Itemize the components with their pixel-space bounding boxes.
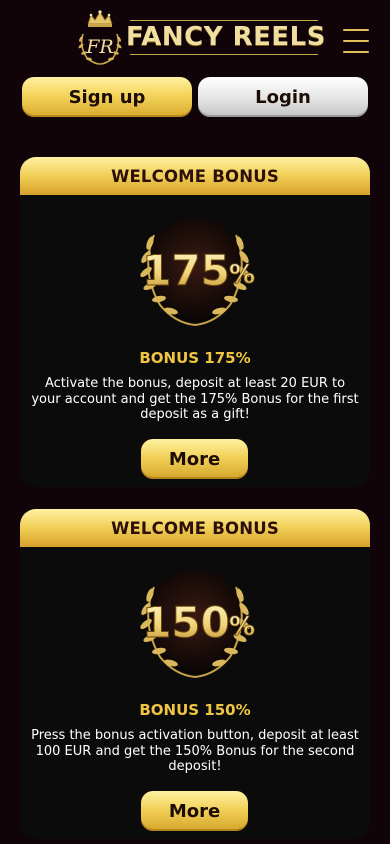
bonus-title: BONUS 175%	[139, 349, 251, 367]
badge-percent: %	[229, 260, 255, 290]
badge-value: 150	[142, 598, 230, 647]
bonus-title: BONUS 150%	[139, 701, 251, 719]
logo[interactable]: FR FANCY REELS	[74, 8, 325, 66]
logo-text: FANCY REELS	[126, 22, 326, 52]
bonus-card: WELCOME BONUS	[20, 509, 370, 839]
badge-percent: %	[229, 612, 255, 642]
bonus-card-header: WELCOME BONUS	[20, 157, 370, 195]
page: FR FANCY REELS Sign up Login WELCOME BON…	[0, 0, 390, 844]
laurel-badge-icon: 150 %	[140, 570, 255, 678]
sign-up-button[interactable]: Sign up	[22, 77, 192, 117]
login-button[interactable]: Login	[198, 77, 368, 117]
laurel-badge-icon: 175 %	[140, 218, 255, 326]
header: FR FANCY REELS	[0, 0, 390, 76]
bonus-description: Activate the bonus, deposit at least 20 …	[31, 376, 359, 422]
logo-top-rule	[130, 20, 318, 21]
hamburger-menu-icon[interactable]	[341, 26, 371, 56]
more-button[interactable]: More	[141, 439, 248, 479]
more-button[interactable]: More	[141, 791, 248, 831]
logo-monogram: FR	[85, 36, 114, 58]
crown-monogram-logo-icon: FR	[78, 10, 122, 65]
bonus-card: WELCOME BONUS	[20, 157, 370, 487]
bonus-card-header: WELCOME BONUS	[20, 509, 370, 547]
badge-value: 175	[142, 246, 230, 295]
bonus-description: Press the bonus activation button, depos…	[31, 728, 359, 774]
logo-bottom-rule	[130, 54, 318, 55]
